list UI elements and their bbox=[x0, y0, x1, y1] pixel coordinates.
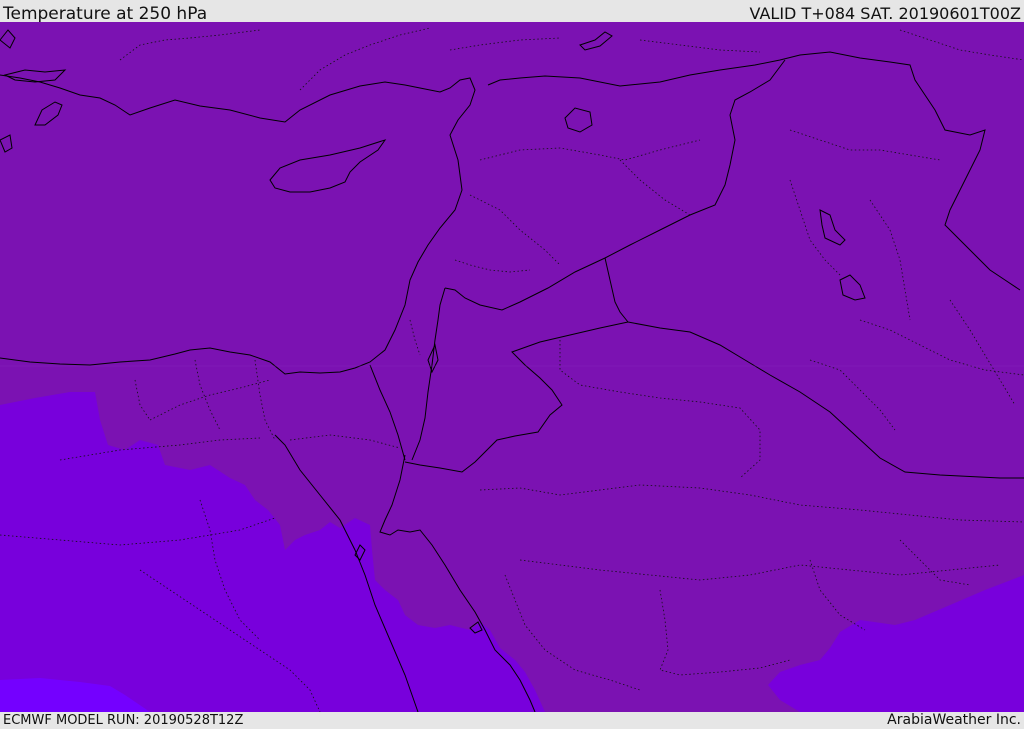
credit: ArabiaWeather Inc. bbox=[887, 712, 1021, 728]
header-bar: Temperature at 250 hPa VALID T+084 SAT. … bbox=[0, 0, 1024, 24]
temperature-map[interactable] bbox=[0, 22, 1024, 712]
model-run: ECMWF MODEL RUN: 20190528T12Z bbox=[3, 713, 244, 728]
footer-bar: ECMWF MODEL RUN: 20190528T12Z ArabiaWeat… bbox=[0, 712, 1024, 729]
